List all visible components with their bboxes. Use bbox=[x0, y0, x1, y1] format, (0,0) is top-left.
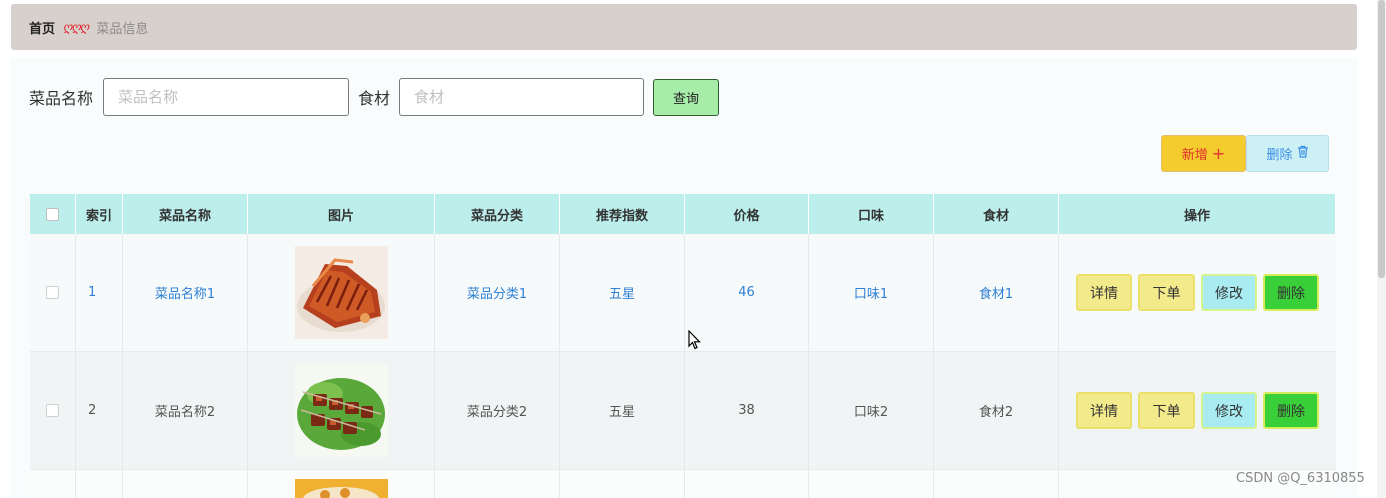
row-actions: 详情 下单 修改 删除 bbox=[1059, 352, 1336, 469]
delete-button[interactable]: 删除 bbox=[1263, 392, 1319, 429]
row-rating: 五星 bbox=[560, 234, 685, 351]
row-select-cell bbox=[30, 352, 76, 469]
row-actions: 详情 下单 修改 删除 bbox=[1059, 234, 1336, 351]
breadcrumb-separator: ღღღ bbox=[63, 20, 89, 34]
row-price: 46 bbox=[685, 234, 809, 351]
edit-button[interactable]: 修改 bbox=[1201, 392, 1257, 429]
order-button[interactable]: 下单 bbox=[1138, 274, 1195, 311]
row-price: 38 bbox=[685, 352, 809, 469]
kebab-skewer-image bbox=[294, 364, 388, 457]
plus-icon: + bbox=[1211, 143, 1226, 163]
row-category: 菜品分类2 bbox=[435, 352, 560, 469]
search-bar: 菜品名称 食材 查询 bbox=[29, 78, 720, 116]
row-index: 1 bbox=[76, 234, 123, 351]
table-header: 索引 菜品名称 图片 菜品分类 推荐指数 价格 口味 食材 操作 bbox=[30, 194, 1336, 234]
header-taste: 口味 bbox=[809, 194, 934, 234]
detail-button[interactable]: 详情 bbox=[1076, 392, 1132, 429]
ingredient-search-label: 食材 bbox=[358, 89, 391, 108]
order-button[interactable]: 下单 bbox=[1138, 392, 1195, 429]
header-select-cell bbox=[30, 194, 76, 234]
mouse-cursor-icon bbox=[688, 329, 702, 354]
add-button-label: 新增 bbox=[1181, 148, 1208, 163]
name-search-input[interactable] bbox=[103, 78, 350, 116]
add-button[interactable]: 新增 + bbox=[1161, 135, 1246, 172]
delete-button[interactable]: 删除 bbox=[1263, 274, 1319, 311]
row-checkbox[interactable] bbox=[46, 286, 59, 299]
row-select-cell bbox=[30, 234, 76, 351]
breadcrumb: 首页 ღღღ 菜品信息 bbox=[11, 4, 1357, 50]
table-row: 1 菜品名称1 菜品分类1 五星 46 口味1 食材1 详情 下单 修改 删除 bbox=[30, 234, 1336, 352]
header-rating: 推荐指数 bbox=[560, 194, 685, 234]
roast-meat-image bbox=[294, 246, 388, 339]
row-category: 菜品分类1 bbox=[435, 234, 560, 351]
batch-delete-button[interactable]: 删除 bbox=[1246, 135, 1329, 172]
table-row bbox=[30, 470, 1336, 498]
header-index: 索引 bbox=[76, 194, 123, 234]
ingredient-search-input[interactable] bbox=[399, 78, 645, 116]
row-rating: 五星 bbox=[560, 352, 685, 469]
breadcrumb-current: 菜品信息 bbox=[96, 21, 149, 37]
detail-button[interactable]: 详情 bbox=[1076, 274, 1132, 311]
vertical-scrollbar[interactable] bbox=[1377, 0, 1386, 498]
breadcrumb-home[interactable]: 首页 bbox=[29, 18, 55, 37]
row-image-cell bbox=[248, 234, 435, 351]
trash-icon bbox=[1297, 145, 1309, 162]
row-image-cell bbox=[248, 352, 435, 469]
header-ingredient: 食材 bbox=[934, 194, 1059, 234]
header-name: 菜品名称 bbox=[123, 194, 248, 234]
dish-table: 索引 菜品名称 图片 菜品分类 推荐指数 价格 口味 食材 操作 1 菜品名称1 bbox=[30, 194, 1336, 498]
row-index: 2 bbox=[76, 352, 123, 469]
row-name: 菜品名称2 bbox=[123, 352, 248, 469]
header-image: 图片 bbox=[248, 194, 435, 234]
row-name: 菜品名称1 bbox=[123, 234, 248, 351]
row-taste: 口味1 bbox=[809, 234, 934, 351]
select-all-checkbox[interactable] bbox=[46, 207, 59, 221]
scrollbar-thumb[interactable] bbox=[1378, 0, 1385, 278]
table-row: 2 菜品名称2 菜品分类2 五星 38 口味2 食材2 详情 下单 修改 删除 bbox=[30, 352, 1336, 470]
header-category: 菜品分类 bbox=[435, 194, 560, 234]
food-image bbox=[294, 479, 388, 498]
row-taste: 口味2 bbox=[809, 352, 934, 469]
header-actions: 操作 bbox=[1059, 194, 1336, 234]
name-search-label: 菜品名称 bbox=[29, 89, 94, 108]
batch-delete-label: 删除 bbox=[1266, 148, 1293, 163]
row-image-cell bbox=[248, 470, 435, 498]
query-button[interactable]: 查询 bbox=[653, 78, 720, 116]
watermark: CSDN @Q_6310855 bbox=[1236, 471, 1365, 486]
row-ingredient: 食材1 bbox=[934, 234, 1059, 351]
content-panel: 菜品名称 食材 查询 新增 + 删除 索引 菜品名称 图片 菜品分类 推荐指数 … bbox=[11, 58, 1357, 498]
edit-button[interactable]: 修改 bbox=[1201, 274, 1257, 311]
header-price: 价格 bbox=[685, 194, 809, 234]
row-checkbox[interactable] bbox=[46, 404, 59, 417]
row-ingredient: 食材2 bbox=[934, 352, 1059, 469]
